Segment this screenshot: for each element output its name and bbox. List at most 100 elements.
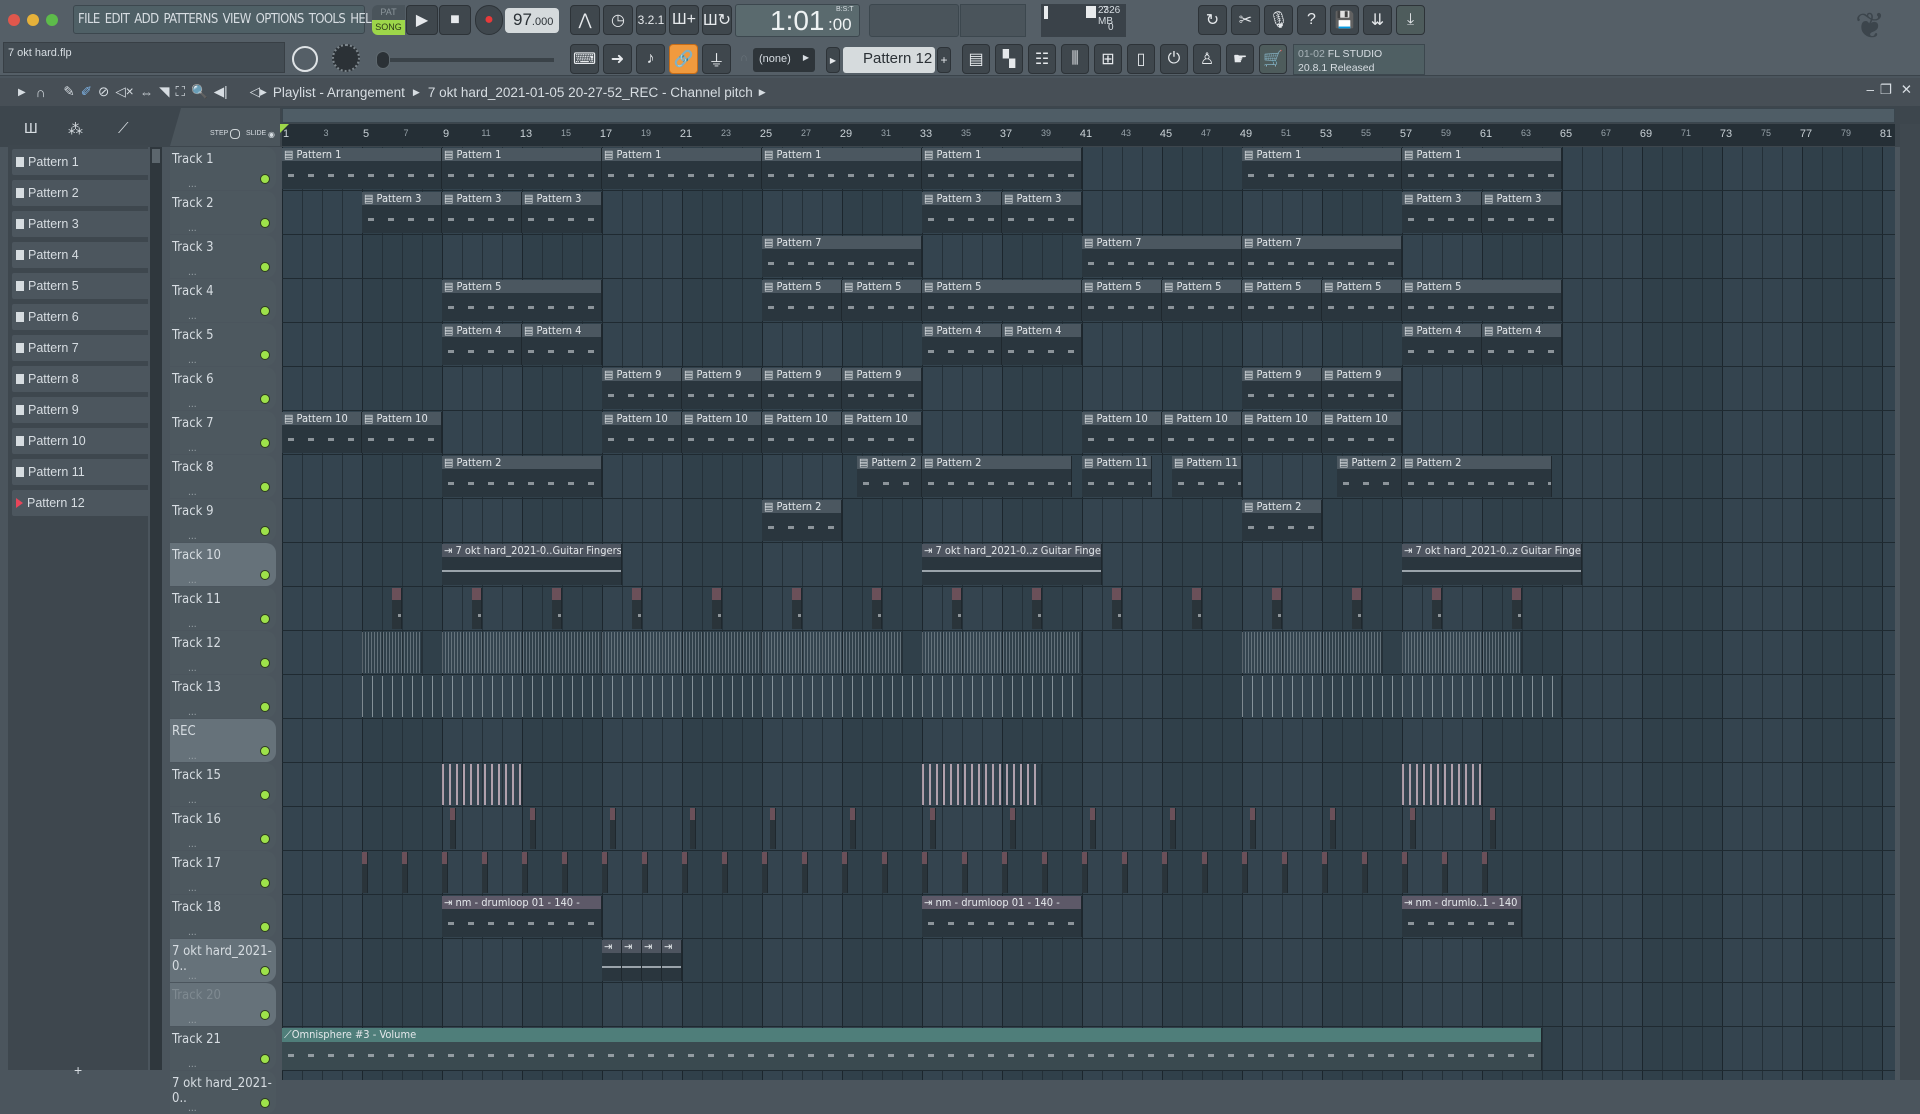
step-sequencer-button[interactable]: ▚ [995, 44, 1023, 74]
track-mute-led[interactable] [260, 306, 270, 316]
track-header[interactable]: Track 20... [170, 983, 276, 1026]
track-mute-led[interactable] [260, 702, 270, 712]
midi-input-button[interactable]: ⏚ [702, 44, 731, 74]
track-mute-led[interactable] [260, 746, 270, 756]
track-mute-led[interactable] [260, 1098, 270, 1108]
pattern-list-item[interactable]: Pattern 12 [12, 490, 152, 516]
track-mute-led[interactable] [260, 482, 270, 492]
pattern-clip[interactable]: ▤ Pattern 9 [762, 368, 842, 409]
audio-clip[interactable]: ⇥ 7 okt hard_2021-0..z Guitar Fingers a [922, 544, 1102, 585]
drum-clip[interactable] [442, 764, 522, 805]
drumloop-clip[interactable]: ⇥ nm - drumlo..1 - 140 - [1402, 896, 1522, 937]
shop-button[interactable]: 🛒 [1259, 44, 1287, 74]
audio-clip[interactable]: ⇥ 7 okt hard_2021-0..Guitar Fingers a [442, 544, 622, 585]
pattern-clip[interactable]: ▤ Pattern 7 [1242, 236, 1402, 277]
pattern-clip[interactable]: ▤ Pattern 3 [1002, 192, 1082, 233]
pattern-list-item[interactable]: Pattern 10 [12, 428, 152, 454]
master-pitch-knob[interactable] [332, 44, 360, 72]
pattern-list-item[interactable]: Pattern 7 [12, 335, 152, 361]
track-header[interactable]: Track 21... [170, 1027, 276, 1070]
track-options-dots[interactable]: ... [188, 839, 197, 850]
mini-clip[interactable] [1162, 852, 1168, 893]
mini-clip[interactable] [392, 588, 402, 629]
audio-clip[interactable]: ⇥ [622, 940, 642, 981]
drumloop-clip[interactable]: ⇥ nm - drumloop 01 - 140 - [442, 896, 602, 937]
track-header[interactable]: Track 7... [170, 411, 276, 454]
pattern-list-item[interactable]: Pattern 2 [12, 180, 152, 206]
track-mute-led[interactable] [260, 350, 270, 360]
track-mute-led[interactable] [260, 438, 270, 448]
pattern-clip[interactable]: ▤ Pattern 2 [1402, 456, 1552, 497]
playlist-options-arrow[interactable]: ▶ [18, 87, 26, 98]
pattern-clip[interactable]: ▤ Pattern 3 [922, 192, 1002, 233]
audio-clip[interactable]: ⇥ [602, 940, 622, 981]
pattern-clip[interactable]: ▤ Pattern 3 [442, 192, 522, 233]
track-header[interactable]: Track 11... [170, 587, 276, 630]
export-audio-button[interactable]: ⇊ [1363, 5, 1392, 35]
pattern-clip[interactable]: ▤ Pattern 10 [282, 412, 362, 453]
auto-clip[interactable]: ⟋Omnisphere #3 - Volume [282, 1028, 1542, 1070]
pattern-clip[interactable]: ▤ Pattern 2 [857, 456, 922, 497]
pattern-clip[interactable]: ▤ Pattern 3 [362, 192, 442, 233]
pattern-clip[interactable]: ▤ Pattern 4 [922, 324, 1002, 365]
timeline-ruler[interactable]: 1 3 5 7 9 11 13 15 17 19 21 23 25 27 29 31 33 35 37 39 41 43 4… [280, 124, 1895, 146]
track-mute-led[interactable] [260, 394, 270, 404]
pattern-clip[interactable]: ▤ Pattern 5 [922, 280, 1082, 321]
slide-toggle[interactable]: ◉ [268, 130, 275, 139]
edison-button[interactable]: ✂ [1231, 5, 1260, 35]
maximize-window-button[interactable] [46, 14, 58, 26]
mini-clip[interactable] [362, 852, 368, 893]
mini-clip[interactable] [1352, 588, 1362, 629]
pattern-clip[interactable]: ▤ Pattern 3 [522, 192, 602, 233]
pattern-clip[interactable]: ▤ Pattern 9 [842, 368, 922, 409]
track-header[interactable]: Track 4... [170, 279, 276, 322]
master-pitch-slider[interactable] [376, 51, 554, 69]
mini-clip[interactable] [1362, 852, 1368, 893]
track-mute-led[interactable] [260, 1010, 270, 1020]
pattern-clip[interactable]: ▤ Pattern 9 [682, 368, 762, 409]
track-header[interactable]: Track 13... [170, 675, 276, 718]
pattern-clip[interactable]: ▤ Pattern 10 [362, 412, 442, 453]
channel-rack-button[interactable]: ⊞ [1094, 44, 1122, 74]
step-edit-button[interactable]: Ш+ [669, 5, 699, 35]
pattern-clip[interactable]: ▤ Pattern 1 [762, 148, 922, 189]
hatch-clip[interactable] [1402, 632, 1522, 673]
menu-tools[interactable]: TOOLS [309, 12, 346, 27]
wait-input-button[interactable]: ◷ [603, 5, 633, 35]
track-options-dots[interactable]: ... [188, 795, 197, 806]
drum-clip[interactable] [1402, 764, 1482, 805]
time-display[interactable]: 1:01 :00 B:S:T [735, 4, 860, 37]
pat-song-toggle[interactable]: PAT SONG [372, 5, 405, 35]
mini-clip[interactable] [1490, 808, 1496, 849]
mini-clip[interactable] [690, 808, 696, 849]
pattern-list-item[interactable]: Pattern 6 [12, 304, 152, 330]
mixer-button[interactable]: ⫼ [1061, 44, 1089, 74]
pattern-clip[interactable]: ▤ Pattern 5 [442, 280, 602, 321]
close-playlist-button[interactable]: ✕ [1901, 82, 1912, 98]
mini-clip[interactable] [922, 852, 928, 893]
mini-clip[interactable] [642, 852, 648, 893]
pattern-clip[interactable]: ▤ Pattern 1 [442, 148, 602, 189]
mini-clip[interactable] [530, 808, 536, 849]
drumloop-clip[interactable]: ⇥ nm - drumloop 01 - 140 - [922, 896, 1082, 937]
mini-clip[interactable] [1442, 852, 1448, 893]
pattern-clip[interactable]: ▤ Pattern 5 [1082, 280, 1162, 321]
track-options-dots[interactable]: ... [188, 575, 197, 586]
hatch-clip[interactable] [362, 632, 422, 673]
pattern-clip[interactable]: ▤ Pattern 2 [1337, 456, 1402, 497]
pattern-clip[interactable]: ▤ Pattern 5 [1242, 280, 1322, 321]
time-mode[interactable]: B:S:T [836, 6, 854, 13]
typing-keyboard-button[interactable]: ⌨ [570, 44, 599, 74]
track-options-dots[interactable]: ... [188, 1059, 197, 1070]
pattern-clip[interactable]: ▤ Pattern 10 [1082, 412, 1162, 453]
hatch-clip[interactable] [762, 632, 902, 673]
zoom-tool-icon[interactable]: 🔍 [191, 84, 208, 100]
track-options-dots[interactable]: ... [188, 971, 197, 982]
track-options-dots[interactable]: ... [188, 531, 197, 542]
song-mode[interactable]: SONG [372, 20, 405, 35]
track-header[interactable]: Track 17... [170, 851, 276, 894]
pattern-clip[interactable]: ▤ Pattern 4 [442, 324, 522, 365]
pattern-clip[interactable]: ▤ Pattern 11 [1172, 456, 1242, 497]
track-mute-led[interactable] [260, 966, 270, 976]
track-header[interactable]: Track 2... [170, 191, 276, 234]
